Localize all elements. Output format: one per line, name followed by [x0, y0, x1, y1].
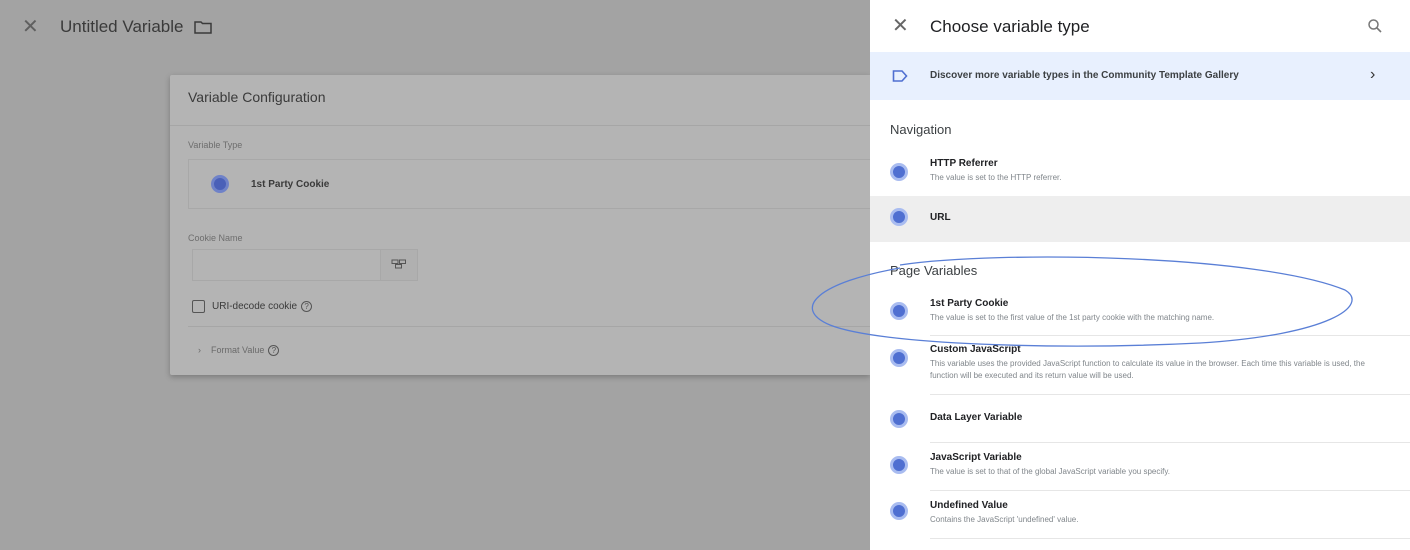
variable-title[interactable]: Untitled Variable [60, 17, 183, 37]
panel-title: Choose variable type [930, 17, 1090, 36]
variable-type-description: Contains the JavaScript 'undefined' valu… [930, 515, 1079, 524]
variable-type-javascript-variable[interactable]: JavaScript Variable The value is set to … [870, 444, 1410, 490]
variable-type-name: Undefined Value [930, 500, 1008, 511]
help-icon[interactable]: ? [268, 345, 280, 357]
variable-type-description: The value is set to that of the global J… [930, 467, 1170, 476]
divider [930, 335, 1410, 336]
variable-type-selector[interactable]: 1st Party Cookie [188, 159, 870, 209]
format-value-label: Format Value [211, 345, 265, 355]
variable-type-http-referrer[interactable]: HTTP Referrer The value is set to the HT… [870, 148, 1410, 196]
tag-icon [892, 70, 908, 82]
close-icon[interactable]: ✕ [22, 17, 39, 37]
format-value-toggle[interactable]: › Format Value? [198, 345, 280, 357]
divider [930, 394, 1410, 395]
cookie-name-input[interactable] [192, 249, 382, 281]
variable-type-custom-javascript[interactable]: Custom JavaScript This variable uses the… [870, 338, 1410, 394]
variable-type-name: JavaScript Variable [930, 452, 1022, 463]
variable-type-url[interactable]: URL [870, 196, 1410, 242]
divider [930, 490, 1410, 491]
divider [930, 538, 1410, 539]
brick-icon [391, 259, 406, 269]
variable-type-icon [890, 163, 908, 181]
section-header-page-variables: Page Variables [890, 263, 978, 278]
variable-type-label: Variable Type [188, 140, 243, 150]
folder-icon[interactable] [194, 20, 212, 34]
search-icon[interactable] [1367, 18, 1383, 34]
close-icon[interactable]: ✕ [892, 16, 909, 36]
gallery-text: Discover more variable types in the Comm… [930, 70, 1239, 81]
variable-type-name: Custom JavaScript [930, 344, 1021, 355]
variable-type-icon [890, 502, 908, 520]
variable-editor: ✕ Untitled Variable Variable Configurati… [0, 0, 870, 550]
variable-type-description: The value is set to the HTTP referrer. [930, 173, 1062, 182]
variable-type-icon [890, 208, 908, 226]
variable-type-icon [211, 175, 229, 193]
variable-type-1st-party-cookie[interactable]: 1st Party Cookie The value is set to the… [870, 290, 1410, 336]
choose-variable-type-panel: ✕ Choose variable type Discover more var… [870, 0, 1410, 550]
variable-type-icon [890, 410, 908, 428]
variable-type-data-layer-variable[interactable]: Data Layer Variable [870, 396, 1410, 442]
uri-decode-row: URI-decode cookie? [212, 301, 313, 313]
card-title: Variable Configuration [188, 89, 326, 105]
divider [170, 125, 870, 126]
variable-type-name: HTTP Referrer [930, 158, 998, 169]
variable-configuration-card: Variable Configuration Variable Type 1st… [170, 75, 870, 375]
community-gallery-link[interactable]: Discover more variable types in the Comm… [870, 52, 1410, 100]
cookie-name-label: Cookie Name [188, 233, 243, 243]
variable-type-icon [890, 349, 908, 367]
variable-type-name: URL [930, 212, 951, 223]
variable-type-icon [890, 302, 908, 320]
divider [930, 442, 1410, 443]
variable-type-name: Data Layer Variable [930, 412, 1023, 423]
help-icon[interactable]: ? [301, 301, 313, 312]
chevron-right-icon: › [198, 345, 201, 355]
selected-type-name: 1st Party Cookie [251, 179, 330, 190]
uri-decode-label: URI-decode cookie [212, 301, 298, 313]
variable-type-description: This variable uses the provided JavaScri… [930, 359, 1365, 380]
divider [188, 326, 870, 327]
uri-decode-checkbox[interactable] [192, 300, 205, 313]
variable-type-name: 1st Party Cookie [930, 298, 1009, 309]
section-header-navigation: Navigation [890, 122, 952, 137]
variable-type-description: The value is set to the first value of t… [930, 313, 1215, 322]
variable-type-icon [890, 456, 908, 474]
variable-type-undefined-value[interactable]: Undefined Value Contains the JavaScript … [870, 492, 1410, 538]
chevron-right-icon: › [1370, 66, 1376, 83]
variable-picker-button[interactable] [380, 249, 418, 281]
